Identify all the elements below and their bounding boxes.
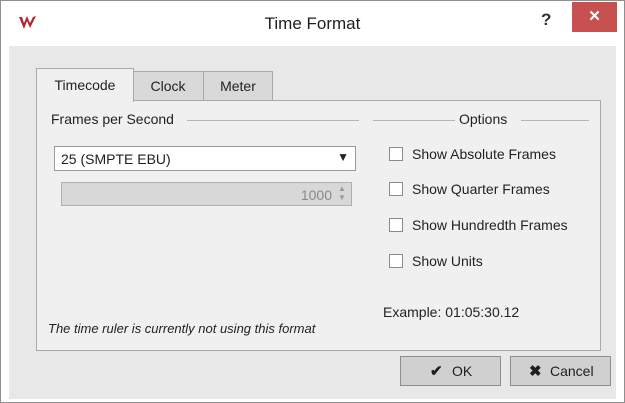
x-icon: ✖ [529, 363, 542, 380]
timecode-panel: Frames per Second Options 25 (SMPTE EBU)… [36, 100, 601, 351]
dialog-client-area: Timecode Clock Meter Frames per Second O… [9, 46, 616, 399]
checkbox-label: Show Quarter Frames [412, 181, 550, 197]
spin-arrows-icon[interactable]: ▲ ▼ [336, 184, 348, 204]
options-divider-left [373, 120, 461, 121]
frames-per-second-label: Frames per Second [47, 111, 178, 127]
frame-count-spinbox[interactable]: 1000 ▲ ▼ [61, 182, 352, 206]
time-format-dialog: Time Format ? ✕ Timecode Clock Meter Fra… [0, 0, 625, 403]
checkbox-box[interactable] [389, 182, 403, 196]
tab-timecode[interactable]: Timecode [36, 68, 134, 102]
ok-label: OK [452, 363, 473, 379]
help-button[interactable]: ? [541, 10, 551, 30]
checkbox-box[interactable] [389, 147, 403, 161]
window-title: Time Format [264, 14, 361, 33]
options-label: Options [455, 111, 512, 127]
cancel-label: Cancel [550, 363, 594, 379]
title-bar: Time Format ? ✕ [1, 1, 624, 46]
checkbox-label: Show Absolute Frames [412, 146, 556, 162]
checkmark-icon: ✔ [430, 363, 443, 380]
frame-count-value: 1000 [300, 187, 332, 203]
options-divider-right [521, 120, 589, 121]
tab-meter[interactable]: Meter [203, 71, 273, 101]
close-button[interactable]: ✕ [572, 2, 617, 32]
checkbox-label: Show Hundredth Frames [412, 217, 568, 233]
checkbox-box[interactable] [389, 218, 403, 232]
dropdown-arrow-icon: ▼ [337, 150, 349, 164]
fps-dropdown[interactable]: 25 (SMPTE EBU) ▼ [54, 146, 356, 171]
fps-selected-value: 25 (SMPTE EBU) [61, 151, 171, 167]
format-example: Example: 01:05:30.12 [383, 304, 520, 320]
checkbox-label: Show Units [412, 253, 483, 269]
ok-button[interactable]: ✔ OK [400, 356, 501, 386]
cancel-button[interactable]: ✖ Cancel [510, 356, 611, 386]
checkbox-box[interactable] [389, 254, 403, 268]
ruler-status-note: The time ruler is currently not using th… [48, 321, 316, 336]
frames-group-divider [187, 120, 359, 121]
tab-clock[interactable]: Clock [132, 71, 204, 101]
